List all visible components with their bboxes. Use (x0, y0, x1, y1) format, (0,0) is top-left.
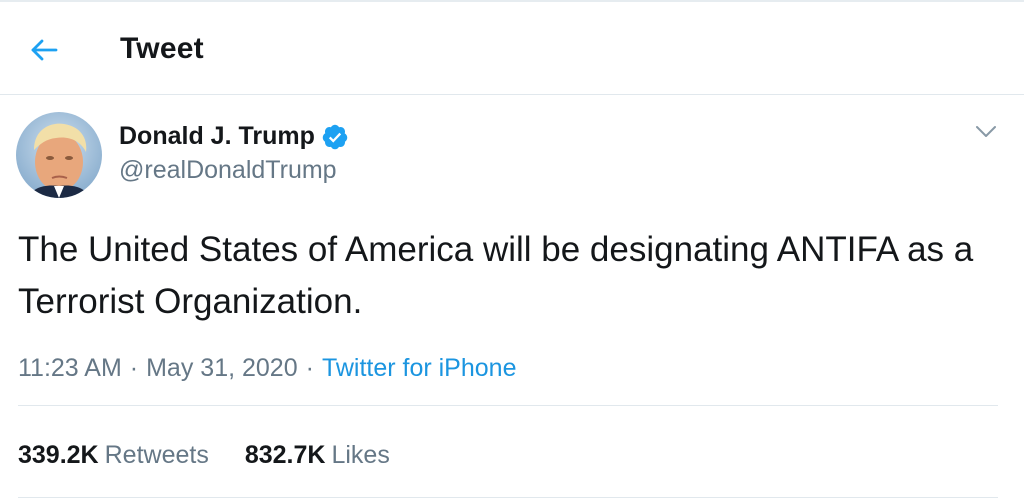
avatar-image (16, 112, 102, 198)
retweets-count: 339.2K (18, 441, 99, 469)
tweet-date[interactable]: May 31, 2020 (146, 354, 298, 382)
more-options-button[interactable] (968, 116, 1004, 148)
tweet-time[interactable]: 11:23 AM (18, 354, 122, 382)
page-title: Tweet (120, 32, 204, 65)
likes-count: 832.7K (244, 441, 326, 469)
likes-stat[interactable]: 832.7K Likes (245, 441, 390, 470)
back-button[interactable] (22, 30, 66, 70)
meta-separator: · (305, 354, 314, 382)
retweets-label: Retweets (104, 441, 209, 469)
author-name-row[interactable]: Donald J. Trump (119, 122, 349, 151)
tweet-stats: 339.2K Retweets 832.7K Likes (18, 441, 390, 470)
avatar[interactable] (16, 112, 102, 198)
divider (18, 405, 998, 406)
divider (18, 497, 998, 498)
likes-label: Likes (331, 441, 390, 469)
retweets-stat[interactable]: 339.2K Retweets (18, 441, 209, 470)
tweet-text: The United States of America will be des… (18, 230, 974, 321)
arrow-left-icon (31, 39, 58, 61)
author-name[interactable]: Donald J. Trump (119, 122, 315, 151)
meta-separator: · (129, 354, 139, 382)
verified-badge-icon (322, 124, 348, 149)
chevron-down-icon (976, 126, 996, 137)
tweet-source-link[interactable]: Twitter for iPhone (322, 354, 517, 382)
tweet-metadata: 11:23 AM · May 31, 2020 · Twitter for iPhone (18, 354, 516, 383)
author-handle[interactable]: @realDonaldTrump (119, 156, 337, 185)
page-header: Tweet (0, 2, 1024, 95)
